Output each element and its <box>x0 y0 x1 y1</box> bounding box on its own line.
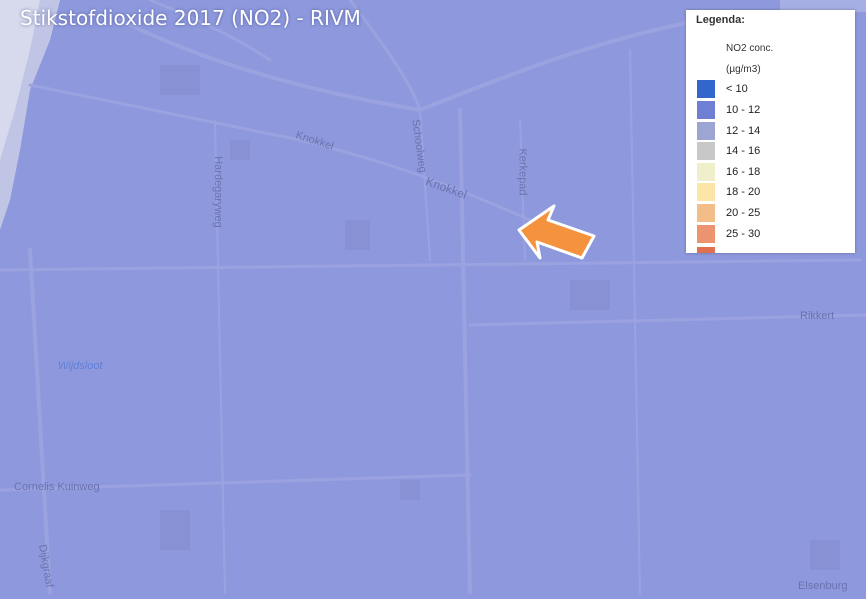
legend-label: 18 - 20 <box>726 186 761 198</box>
legend-swatch-partial <box>697 247 715 253</box>
street-label: Kerkepad <box>516 148 529 196</box>
legend-item: 14 - 16 <box>696 142 846 160</box>
legend-swatch <box>697 142 715 160</box>
legend-header: NO2 conc. <box>726 43 774 54</box>
legend-item: 18 - 20 <box>696 183 846 201</box>
legend-label: 16 - 18 <box>726 166 761 178</box>
street-label: Rikkert <box>800 310 835 322</box>
legend-item: 16 - 18 <box>696 163 846 181</box>
legend-title: Legenda: <box>696 14 745 26</box>
legend-swatch <box>697 225 715 243</box>
legend-panel: Legenda: NO2 conc. (µg/m3) < 10 10 - 12 … <box>686 10 855 253</box>
legend-swatch <box>697 204 715 222</box>
street-label: Cornelis Kuinweg <box>14 481 100 493</box>
legend-item: < 10 <box>696 80 846 98</box>
water-label: Wijdsloot <box>58 360 103 372</box>
legend-label: 20 - 25 <box>726 207 761 219</box>
legend-swatch <box>697 163 715 181</box>
legend-item: 20 - 25 <box>696 204 846 222</box>
legend-label: < 10 <box>726 83 748 95</box>
legend-label: 12 - 14 <box>726 125 761 137</box>
legend-label: 10 - 12 <box>726 104 761 116</box>
legend-label: 25 - 30 <box>726 228 761 240</box>
legend-label: 14 - 16 <box>726 145 761 157</box>
map-canvas[interactable]: Stikstofdioxide 2017 (NO2) - RIVM Knokke… <box>0 0 866 596</box>
legend-swatch <box>697 80 715 98</box>
legend-unit: (µg/m3) <box>726 64 761 75</box>
street-label: Elsenburg <box>798 580 848 592</box>
street-label: Hardegaryweg <box>211 156 224 228</box>
legend-swatch <box>697 122 715 140</box>
legend-swatch <box>697 101 715 119</box>
legend-item: 12 - 14 <box>696 122 846 140</box>
legend-swatch <box>697 183 715 201</box>
map-title: Stikstofdioxide 2017 (NO2) - RIVM <box>20 6 361 30</box>
legend-item: 25 - 30 <box>696 225 846 243</box>
legend-item: 10 - 12 <box>696 101 846 119</box>
